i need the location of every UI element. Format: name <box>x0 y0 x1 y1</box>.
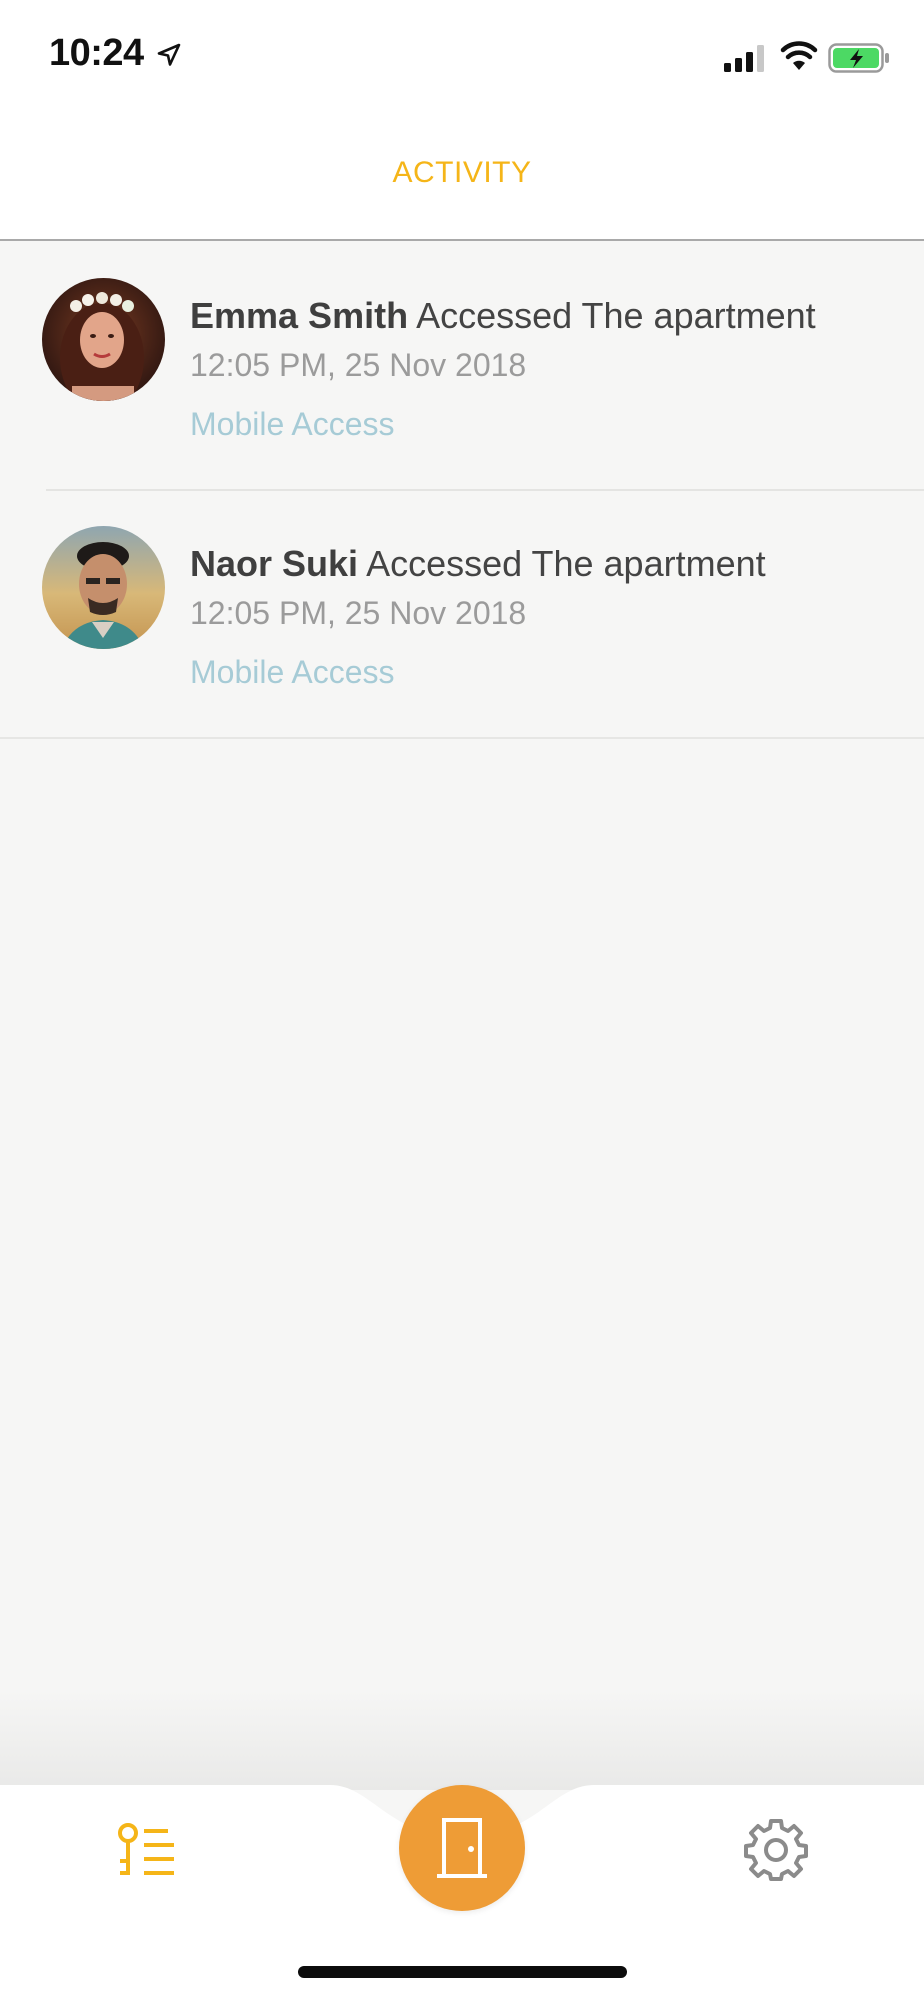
activity-list: Emma Smith Accessed The apartment 12:05 … <box>0 241 924 739</box>
activity-list-icon <box>118 1823 174 1875</box>
tab-settings[interactable] <box>744 1817 808 1881</box>
activity-timestamp: 12:05 PM, 25 Nov 2018 <box>190 347 527 383</box>
access-method: Mobile Access <box>190 654 395 690</box>
list-item[interactable]: Emma Smith Accessed The apartment 12:05 … <box>0 241 924 491</box>
list-item[interactable]: Naor Suki Accessed The apartment 12:05 P… <box>0 489 924 739</box>
activity-action: Accessed The apartment <box>416 295 816 336</box>
cellular-signal-icon <box>724 45 764 72</box>
header: ACTIVITY <box>0 110 924 241</box>
gear-icon <box>744 1819 808 1881</box>
status-time: 10:24 <box>49 32 144 74</box>
wifi-icon <box>780 41 818 70</box>
bottom-fade <box>0 1690 924 1790</box>
access-method: Mobile Access <box>190 406 395 442</box>
home-indicator <box>298 1966 627 1978</box>
user-name: Emma Smith <box>190 295 409 336</box>
activity-screen: 10:24 ACTIVITY Emma Smith Accessed The a… <box>0 0 924 2000</box>
activity-description: Naor Suki Accessed The apartment <box>190 543 766 585</box>
user-name: Naor Suki <box>190 543 359 584</box>
avatar <box>42 278 165 401</box>
status-bar: 10:24 <box>0 0 924 110</box>
page-title: ACTIVITY <box>392 156 532 189</box>
avatar <box>42 526 165 649</box>
tab-activity[interactable] <box>112 1821 184 1881</box>
location-arrow-icon <box>157 43 181 66</box>
door-icon <box>437 1818 487 1878</box>
avatar-photo-emma <box>42 278 165 401</box>
activity-timestamp: 12:05 PM, 25 Nov 2018 <box>190 595 527 631</box>
activity-action: Accessed The apartment <box>366 543 766 584</box>
battery-charging-icon <box>828 43 889 73</box>
activity-description: Emma Smith Accessed The apartment <box>190 295 816 337</box>
avatar-photo-naor <box>42 526 165 649</box>
tab-door-button[interactable] <box>399 1785 525 1911</box>
